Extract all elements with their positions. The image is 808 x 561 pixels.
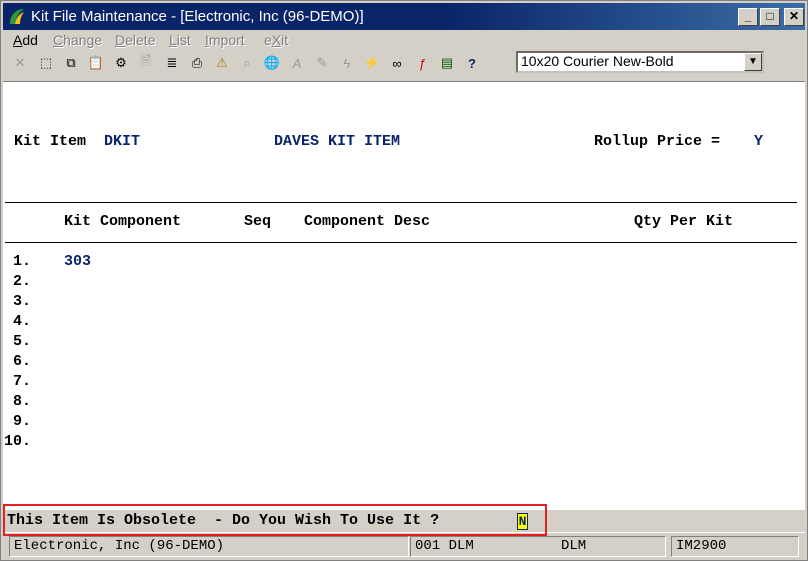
flash-icon[interactable]: ϟ — [336, 52, 358, 74]
prompt-highlight-box — [3, 504, 547, 536]
status-user-id: 001 DLM — [415, 538, 474, 554]
copy-icon[interactable]: ⧉ — [60, 52, 82, 74]
row-number: 4. — [4, 313, 32, 330]
title-bar: Kit File Maintenance - [Electronic, Inc … — [3, 3, 805, 30]
row-component-field[interactable]: 303 — [64, 253, 91, 270]
chevron-down-icon[interactable]: ▼ — [744, 53, 762, 71]
row-number: 5. — [4, 333, 32, 350]
header-divider-top — [5, 202, 797, 203]
globe-icon[interactable]: 🌐 — [261, 52, 283, 74]
row-number: 2. — [4, 273, 32, 290]
font-select-value: 10x20 Courier New-Bold — [521, 53, 674, 69]
row-number: 10. — [4, 433, 32, 450]
app-window: Kit File Maintenance - [Electronic, Inc … — [0, 0, 808, 561]
row-number: 7. — [4, 373, 32, 390]
menu-list[interactable]: List — [169, 32, 191, 48]
menu-exit[interactable]: eXit — [264, 32, 288, 48]
menu-delete[interactable]: Delete — [115, 32, 155, 48]
status-user: 001 DLM DLM — [410, 536, 666, 557]
header-divider-bottom — [5, 242, 797, 243]
col-component-desc: Component Desc — [304, 213, 431, 230]
cancel-icon[interactable]: ✕ — [9, 52, 31, 74]
row-number: 6. — [4, 353, 32, 370]
menu-import[interactable]: Import — [205, 32, 245, 48]
row-number: 3. — [4, 293, 32, 310]
notes-icon[interactable]: ≣ — [161, 52, 183, 74]
paste-icon[interactable]: 📋 — [85, 52, 107, 74]
col-kit-component: Kit Component — [64, 213, 182, 230]
print-icon[interactable]: ⎙ — [186, 52, 208, 74]
maximize-button[interactable]: □ — [760, 8, 780, 26]
function-icon[interactable]: ƒ — [411, 52, 433, 74]
help-icon[interactable]: ? — [461, 52, 483, 74]
alert-icon[interactable]: ⚠ — [211, 52, 233, 74]
properties-icon[interactable]: 🗎 — [135, 52, 157, 74]
kit-item-field[interactable]: DKIT — [104, 133, 140, 150]
row-number: 1. — [4, 253, 32, 270]
run-icon[interactable]: ⚡ — [361, 52, 383, 74]
font-icon[interactable]: A — [286, 52, 308, 74]
select-icon[interactable]: ⬚ — [35, 52, 57, 74]
col-seq: Seq — [244, 213, 272, 230]
menu-change[interactable]: Change — [53, 32, 102, 48]
find-icon[interactable]: ⌕ — [236, 52, 258, 74]
status-program: IM2900 — [671, 536, 799, 557]
close-button[interactable]: ✕ — [784, 8, 804, 26]
status-initials: DLM — [561, 538, 587, 554]
terminal-screen: Kit Item DKIT DAVES KIT ITEM Rollup Pric… — [3, 81, 805, 533]
row-number: 9. — [4, 413, 32, 430]
col-qty-per-kit: Qty Per Kit — [634, 213, 734, 230]
rollup-price-label: Rollup Price = — [594, 133, 721, 150]
app-logo-icon — [10, 9, 24, 24]
calculator-icon[interactable]: ▤ — [436, 52, 458, 74]
row-number: 8. — [4, 393, 32, 410]
window-title: Kit File Maintenance - [Electronic, Inc … — [31, 8, 364, 25]
kit-item-label: Kit Item — [14, 133, 87, 150]
menu-bar: Add Change Delete List Import eXit — [3, 31, 805, 49]
status-bar: Electronic, Inc (96-DEMO) 001 DLM DLM IM… — [3, 535, 805, 559]
settings-icon[interactable]: ⚙ — [110, 52, 132, 74]
kit-item-description: DAVES KIT ITEM — [274, 133, 401, 150]
rollup-price-field[interactable]: Y — [754, 133, 763, 150]
menu-add[interactable]: Add — [13, 32, 38, 48]
status-company: Electronic, Inc (96-DEMO) — [9, 536, 409, 557]
link-icon[interactable]: ∞ — [386, 52, 408, 74]
font-select[interactable]: 10x20 Courier New-Bold ▼ — [516, 51, 764, 73]
minimize-button[interactable]: _ — [738, 8, 758, 26]
toolbar: ✕ ⬚ ⧉ 📋 ⚙ 🗎 ≣ ⎙ ⚠ ⌕ 🌐 A ✎ ϟ ⚡ ∞ ƒ ▤ ? 10… — [3, 50, 805, 77]
edit-icon[interactable]: ✎ — [311, 52, 333, 74]
